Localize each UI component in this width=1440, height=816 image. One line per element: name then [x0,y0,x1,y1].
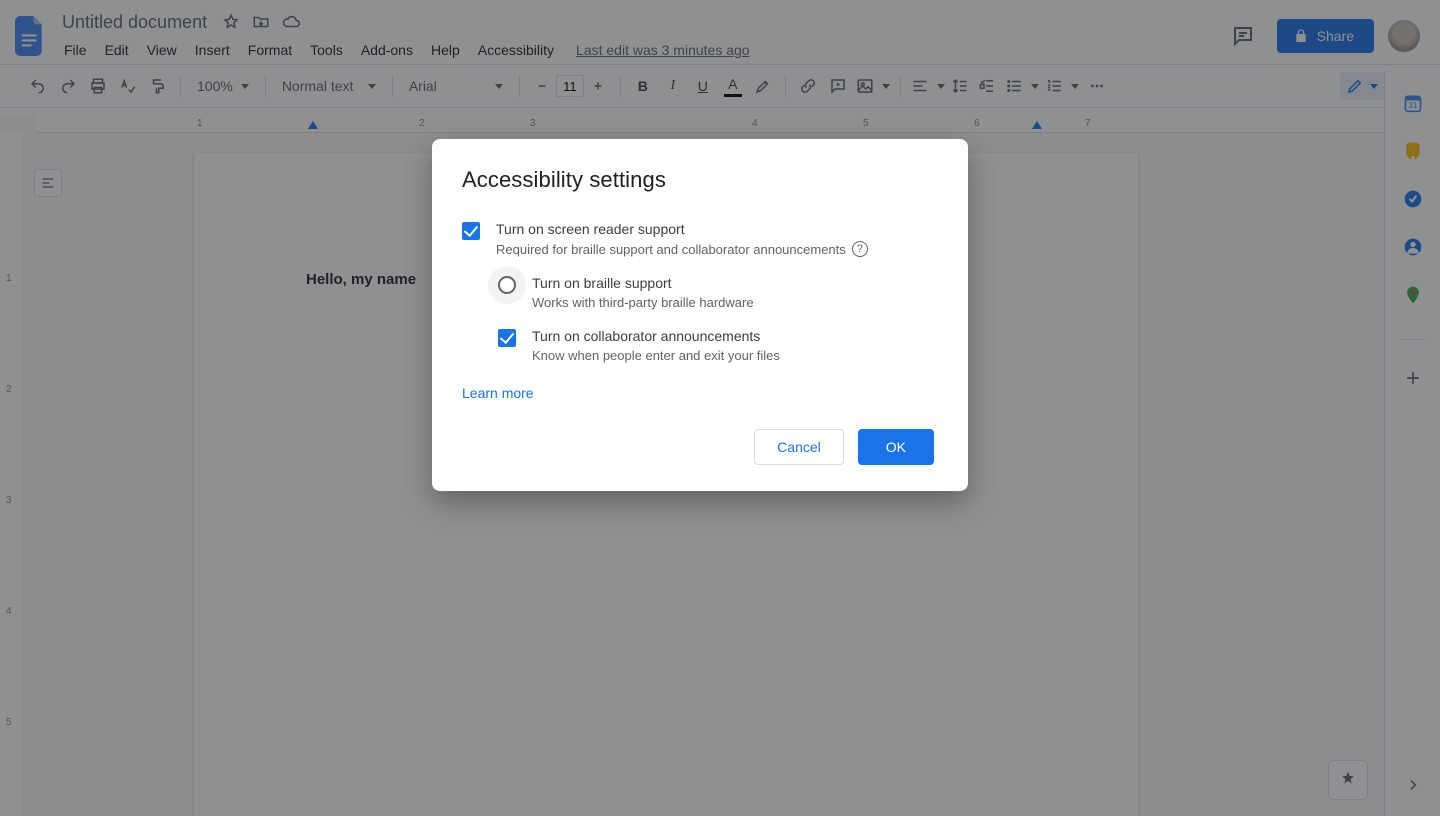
collab-option: Turn on collaborator announcements Know … [498,328,934,363]
cancel-button[interactable]: Cancel [754,429,844,465]
screen-reader-checkbox[interactable] [462,222,480,240]
ok-button[interactable]: OK [858,429,934,465]
collab-desc: Know when people enter and exit your fil… [532,348,780,363]
braille-label: Turn on braille support [532,275,754,291]
screen-reader-label: Turn on screen reader support [496,221,868,237]
accessibility-settings-dialog: Accessibility settings Turn on screen re… [432,139,968,491]
learn-more-link[interactable]: Learn more [462,385,534,401]
collab-label: Turn on collaborator announcements [532,328,780,344]
collab-checkbox[interactable] [498,329,516,347]
braille-option: Turn on braille support Works with third… [498,275,934,310]
screen-reader-desc: Required for braille support and collabo… [496,242,846,257]
dialog-title: Accessibility settings [462,167,934,193]
help-icon[interactable]: ? [852,241,868,257]
braille-checkbox[interactable] [498,276,516,294]
braille-desc: Works with third-party braille hardware [532,295,754,310]
screen-reader-option: Turn on screen reader support Required f… [462,221,934,257]
